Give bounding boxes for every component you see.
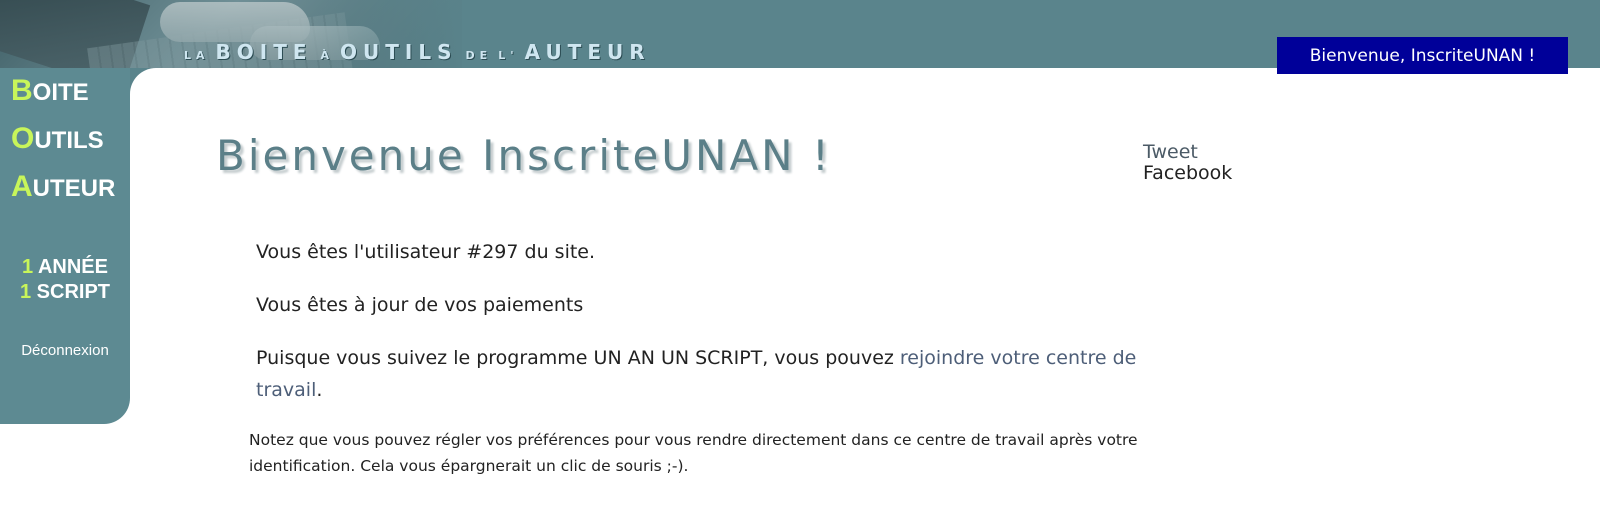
program-info-text: Puisque vous suivez le programme UN AN U… (256, 342, 1186, 406)
sidebar: BOITE OUTILS AUTEUR 1 ANNÉE 1 SCRIPT Déc… (0, 68, 130, 424)
program-number: 1 (22, 256, 34, 278)
page: LA BOITE À OUTILS DE L' AUTEUR Bienvenue… (0, 0, 1600, 528)
sidebar-brand-outils[interactable]: OUTILS (11, 122, 104, 156)
social-share: Tweet Facebook (1143, 142, 1232, 184)
sidebar-brand-boite[interactable]: BOITE (11, 74, 89, 108)
facebook-link[interactable]: Facebook (1143, 163, 1232, 184)
brand-initial: B (11, 74, 33, 107)
site-title-part: LA (184, 49, 210, 62)
user-number-text: Vous êtes l'utilisateur #297 du site. (256, 241, 596, 263)
brand-word: UTEUR (32, 175, 116, 202)
site-title-part: L' (498, 49, 519, 62)
brand-initial: O (11, 122, 35, 155)
site-title-part: À (320, 49, 335, 62)
program-word: ANNÉE (37, 256, 108, 278)
program-info-prefix: Puisque vous suivez le programme UN AN U… (256, 347, 900, 369)
logout-link[interactable]: Déconnexion (0, 342, 130, 359)
program-word: SCRIPT (36, 281, 111, 303)
brand-word: UTILS (34, 127, 104, 154)
preferences-note: Notez que vous pouvez régler vos préfére… (249, 431, 1138, 475)
site-title-part: AUTEUR (524, 40, 651, 64)
sidebar-brand-auteur[interactable]: AUTEUR (11, 170, 115, 204)
site-title[interactable]: LA BOITE À OUTILS DE L' AUTEUR (184, 40, 659, 64)
brand-word: OITE (32, 79, 89, 106)
site-title-part: DE (465, 49, 493, 62)
payment-status-text: Vous êtes à jour de vos paiements (256, 294, 584, 316)
sidebar-program-script[interactable]: 1 SCRIPT (0, 281, 130, 304)
tweet-link[interactable]: Tweet (1143, 142, 1232, 163)
brand-initial: A (11, 170, 33, 203)
sidebar-program-annee[interactable]: 1 ANNÉE (0, 256, 130, 279)
welcome-badge[interactable]: Bienvenue, InscriteUNAN ! (1277, 37, 1568, 74)
page-title: Bienvenue InscriteUNAN ! (216, 131, 832, 180)
site-title-part: OUTILS (340, 40, 458, 64)
program-info-suffix: . (316, 379, 323, 401)
program-number: 1 (19, 281, 32, 303)
site-title-part: BOITE (215, 40, 313, 64)
